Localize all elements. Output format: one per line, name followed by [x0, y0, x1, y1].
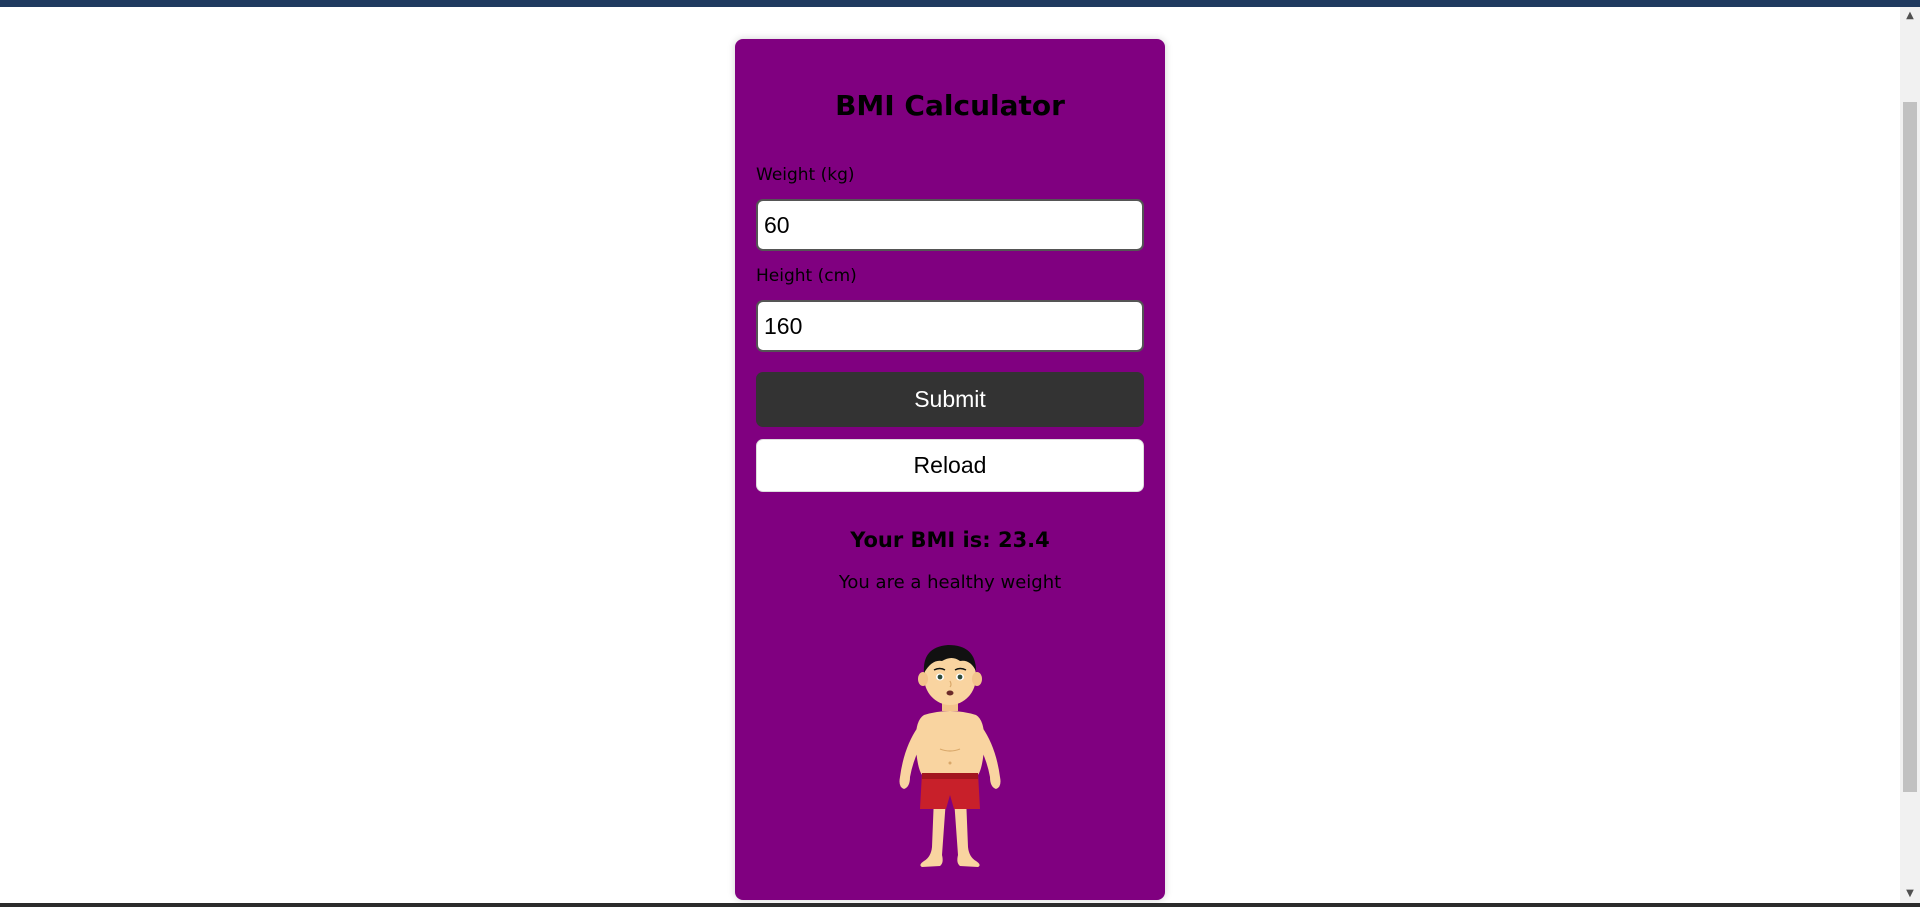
- page-scrollbar[interactable]: ▲ ▼: [1900, 7, 1920, 903]
- browser-top-bar: [0, 0, 1920, 7]
- scroll-down-icon[interactable]: ▼: [1900, 885, 1920, 903]
- reload-button[interactable]: Reload: [756, 439, 1144, 492]
- scrollbar-thumb[interactable]: [1903, 102, 1917, 792]
- submit-button[interactable]: Submit: [756, 372, 1144, 427]
- bmi-calculator-card: BMI Calculator Weight (kg) Height (cm) S…: [735, 39, 1165, 900]
- height-label: Height (cm): [756, 266, 857, 286]
- height-input[interactable]: [756, 300, 1144, 352]
- page-title: BMI Calculator: [835, 89, 1065, 122]
- bmi-message: You are a healthy weight: [838, 572, 1062, 593]
- weight-input[interactable]: [756, 199, 1144, 251]
- scroll-up-icon[interactable]: ▲: [1900, 7, 1920, 25]
- healthy-weight-person-icon: [899, 645, 1001, 867]
- bmi-result: Your BMI is: 23.4: [850, 528, 1050, 552]
- browser-bottom-bar: [0, 903, 1920, 907]
- weight-label: Weight (kg): [756, 165, 855, 185]
